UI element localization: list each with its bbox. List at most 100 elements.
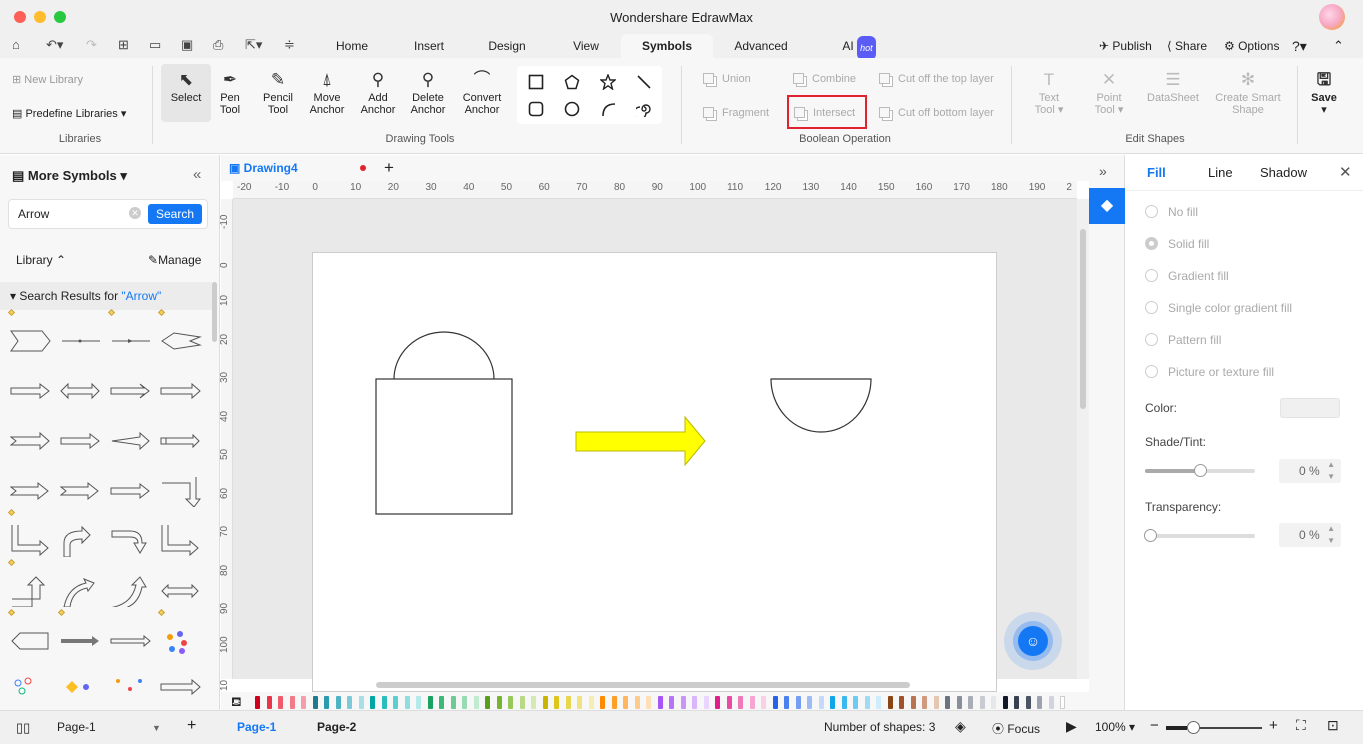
symbol-item[interactable] [6,308,54,363]
color-swatch[interactable] [473,696,479,709]
color-swatch[interactable] [358,696,364,709]
shade-tint-input[interactable]: 0 % ▲ ▼ [1279,459,1341,483]
layers-icon[interactable]: ◈ [955,718,966,735]
add-page-icon[interactable]: + [187,717,196,735]
color-swatch[interactable] [761,696,766,709]
no-fill-option[interactable]: No fill [1145,205,1198,219]
move-anchor-tool[interactable]: ⍋ Move Anchor [305,68,349,116]
color-swatch[interactable] [1060,696,1065,709]
undo-icon[interactable]: ↶▾ [46,37,63,53]
symbol-item[interactable] [106,465,154,513]
color-swatch[interactable] [968,696,973,709]
color-swatch[interactable] [439,696,444,709]
color-swatch[interactable] [818,696,824,709]
tab-advanced[interactable]: Advanced [730,34,792,58]
rectangle-shape-icon[interactable] [528,74,544,90]
gradient-fill-option[interactable]: Gradient fill [1145,269,1229,283]
symbol-item[interactable] [56,608,104,663]
color-swatch[interactable] [600,696,605,709]
page-view-icon[interactable]: ▯▯ [16,720,30,736]
clear-search-icon[interactable]: ✕ [129,207,141,219]
color-swatch[interactable] [979,696,985,709]
symbol-item[interactable] [6,415,54,463]
color-swatch[interactable] [1014,696,1019,709]
transparency-slider[interactable] [1144,529,1255,542]
symbol-item[interactable] [56,315,104,363]
symbol-item[interactable] [6,365,54,413]
redo-icon[interactable]: ↷ [86,37,97,53]
color-swatch[interactable] [646,696,651,709]
color-swatch[interactable] [876,696,881,709]
transparency-input[interactable]: 0 % ▲ ▼ [1279,523,1341,547]
options-button[interactable]: ⚙ Options [1224,34,1279,58]
add-tab-icon[interactable]: + [384,158,394,178]
new-library-button[interactable]: ⊞ New Library [12,73,83,86]
shade-tint-knob[interactable] [1194,464,1207,477]
horizontal-scroll-thumb[interactable] [376,682,910,688]
help-icon[interactable]: ?▾ [1292,34,1307,58]
color-swatch[interactable] [508,696,513,709]
save-dropdown-icon[interactable]: ▾ [1321,104,1327,116]
color-swatch[interactable] [680,696,686,709]
symbol-item[interactable] [6,558,54,613]
color-swatch[interactable] [381,696,387,709]
transparency-knob[interactable] [1144,529,1157,542]
new-file-icon[interactable]: ⊞ [118,37,129,53]
symbol-item[interactable] [156,665,204,701]
collapse-panel-icon[interactable]: « [193,166,201,183]
search-input[interactable]: Arrow [18,207,49,221]
home-icon[interactable]: ⌂ [12,37,20,52]
color-swatch[interactable] [1037,696,1042,709]
color-swatch[interactable] [623,696,628,709]
color-picker[interactable] [1280,398,1340,418]
color-swatch[interactable] [749,696,755,709]
color-swatch[interactable] [370,696,375,709]
symbol-item[interactable] [106,515,154,563]
datasheet-button[interactable]: ☰ DataSheet [1143,68,1203,104]
save-icon[interactable]: ▣ [181,37,193,53]
open-folder-icon[interactable]: ▭ [149,37,161,53]
symbol-item[interactable] [156,515,204,563]
tab-line[interactable]: Line [1208,165,1233,180]
delete-anchor-tool[interactable]: ⚲ Delete Anchor [406,68,450,116]
symbol-item[interactable] [156,365,204,413]
search-button[interactable]: Search [148,204,202,224]
symbol-item[interactable] [106,308,154,363]
pen-tool[interactable]: ✒ Pen Tool [214,68,246,116]
symbol-item[interactable] [56,565,104,613]
search-results-header[interactable]: ▾ Search Results for "Arrow" [0,282,212,310]
color-swatch[interactable] [496,696,502,709]
color-swatch[interactable] [427,696,433,709]
zoom-knob[interactable] [1187,721,1201,734]
zoom-select[interactable]: 100% ▾ [1095,720,1135,734]
select-tool[interactable]: ⬉ Select [161,64,211,122]
save-button[interactable]: 🖫 Save ▾ [1305,68,1343,116]
tab-insert[interactable]: Insert [403,34,455,58]
vertical-scrollbar[interactable] [1077,199,1089,679]
color-swatch[interactable] [703,696,709,709]
color-swatch[interactable] [715,696,720,709]
symbol-item[interactable] [106,615,154,663]
color-swatch[interactable] [657,696,663,709]
circle-shape-icon[interactable] [564,101,580,117]
color-swatch[interactable] [956,696,962,709]
color-swatch[interactable] [841,696,847,709]
symbol-item[interactable] [156,415,204,463]
vertical-scroll-thumb[interactable] [1080,229,1086,409]
color-swatch[interactable] [416,696,421,709]
fragment-button[interactable]: Fragment [703,107,769,119]
color-swatch[interactable] [910,696,916,709]
symbol-item[interactable] [56,465,104,513]
drawing-page[interactable] [312,252,997,692]
color-swatch[interactable] [784,696,789,709]
symbol-item[interactable] [106,365,154,413]
zoom-out-icon[interactable]: − [1150,717,1159,734]
add-anchor-tool[interactable]: ⚲ Add Anchor [356,68,400,116]
page-select[interactable]: Page-1 [57,720,96,734]
color-swatch[interactable] [485,696,490,709]
color-swatch[interactable] [554,696,559,709]
color-swatch[interactable] [347,696,352,709]
color-swatch[interactable] [462,696,467,709]
tab-view[interactable]: View [560,34,612,58]
color-swatch[interactable] [899,696,904,709]
